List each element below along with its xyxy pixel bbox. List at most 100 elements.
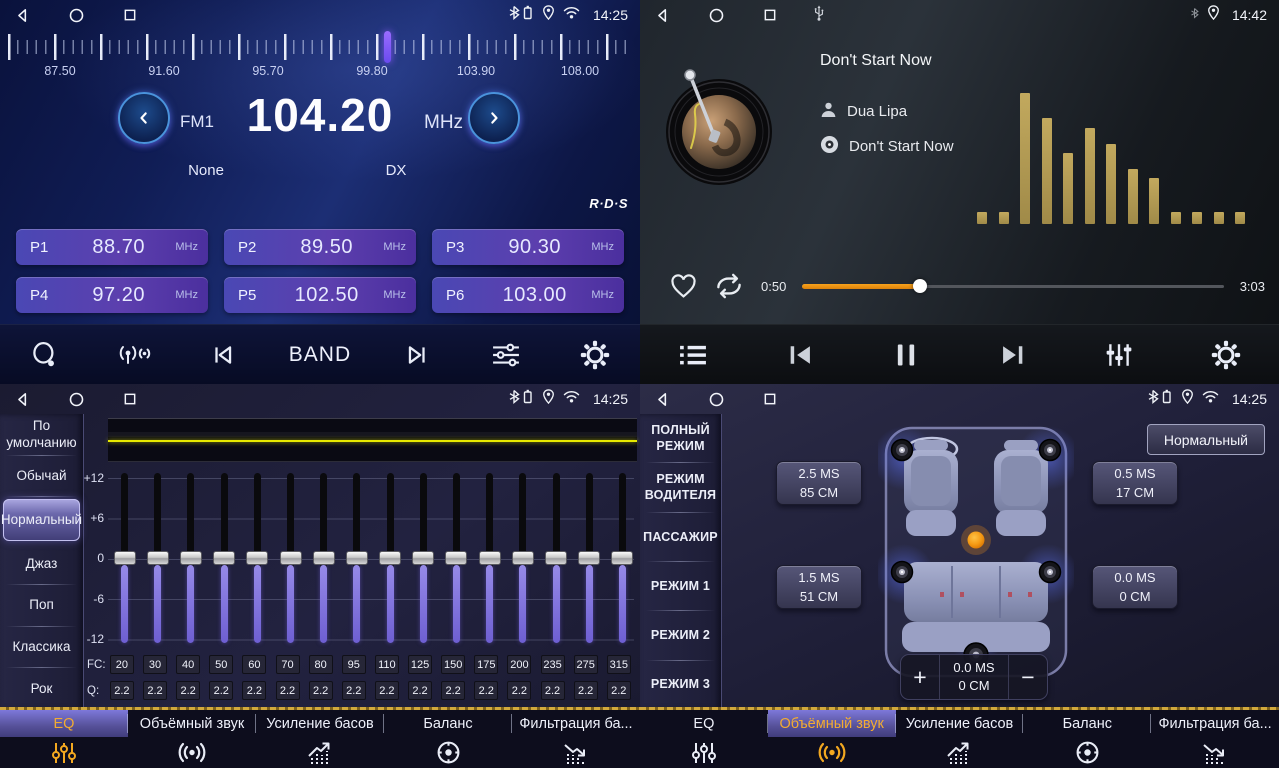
- q-value[interactable]: 2.2: [209, 681, 233, 700]
- tune-up-button[interactable]: [468, 92, 520, 144]
- q-value[interactable]: 2.2: [276, 681, 300, 700]
- fc-value[interactable]: 110: [375, 655, 399, 674]
- eq-band-slider[interactable]: [573, 470, 606, 650]
- fc-value[interactable]: 175: [474, 655, 498, 674]
- dx-mode[interactable]: DX: [376, 162, 416, 179]
- home-icon[interactable]: [66, 389, 86, 409]
- recents-icon[interactable]: [760, 5, 780, 25]
- tab-balance[interactable]: Баланс: [384, 710, 512, 768]
- tab-surround[interactable]: Объёмный звук: [128, 710, 256, 768]
- q-value[interactable]: 2.2: [507, 681, 531, 700]
- progress-thumb[interactable]: [913, 279, 927, 293]
- q-value[interactable]: 2.2: [441, 681, 465, 700]
- home-icon[interactable]: [706, 389, 726, 409]
- pause-button[interactable]: [883, 332, 929, 378]
- back-icon[interactable]: [12, 5, 32, 25]
- next-station-button[interactable]: [394, 332, 440, 378]
- slider-handle[interactable]: [479, 551, 501, 565]
- eq-preset-normal[interactable]: Нормальный: [3, 499, 80, 541]
- eq-band-slider[interactable]: [606, 470, 639, 650]
- mode-2[interactable]: РЕЖИМ 2: [640, 611, 721, 660]
- fc-value[interactable]: 315: [607, 655, 631, 674]
- preset-p4[interactable]: P4 97.20 MHz: [16, 277, 208, 313]
- q-value[interactable]: 2.2: [375, 681, 399, 700]
- eq-band-slider[interactable]: [473, 470, 506, 650]
- next-track-button[interactable]: [990, 332, 1036, 378]
- eq-band-slider[interactable]: [340, 470, 373, 650]
- slider-handle[interactable]: [512, 551, 534, 565]
- recents-icon[interactable]: [760, 389, 780, 409]
- preset-p1[interactable]: P1 88.70 MHz: [16, 229, 208, 265]
- eq-preset-custom[interactable]: Обычай: [0, 456, 83, 498]
- slider-handle[interactable]: [213, 551, 235, 565]
- eq-band-slider[interactable]: [307, 470, 340, 650]
- equalizer-shortcut-button[interactable]: [483, 332, 529, 378]
- fc-value[interactable]: 30: [143, 655, 167, 674]
- mode-1[interactable]: РЕЖИМ 1: [640, 562, 721, 611]
- fc-value[interactable]: 20: [110, 655, 134, 674]
- frequency-dial[interactable]: 87.5091.60 95.7099.80 103.90108.00: [8, 33, 632, 81]
- eq-preset-classic[interactable]: Классика: [0, 627, 83, 669]
- back-icon[interactable]: [12, 389, 32, 409]
- fc-value[interactable]: 275: [574, 655, 598, 674]
- tab-crossover[interactable]: Фильтрация ба...: [1151, 710, 1279, 768]
- fc-value[interactable]: 50: [209, 655, 233, 674]
- back-icon[interactable]: [652, 389, 672, 409]
- slider-handle[interactable]: [412, 551, 434, 565]
- favorite-button[interactable]: [670, 274, 697, 298]
- eq-band-slider[interactable]: [241, 470, 274, 650]
- band-button[interactable]: BAND: [289, 332, 351, 378]
- fc-value[interactable]: 235: [541, 655, 565, 674]
- fc-value[interactable]: 150: [441, 655, 465, 674]
- eq-band-slider[interactable]: [108, 470, 141, 650]
- fc-value[interactable]: 70: [276, 655, 300, 674]
- fc-value[interactable]: 40: [176, 655, 200, 674]
- previous-track-button[interactable]: [777, 332, 823, 378]
- eq-preset-default[interactable]: По умолчанию: [0, 414, 83, 456]
- eq-preset-jazz[interactable]: Джаз: [0, 543, 83, 585]
- mode-driver[interactable]: РЕЖИМ ВОДИТЕЛЯ: [640, 463, 721, 512]
- q-value[interactable]: 2.2: [110, 681, 134, 700]
- q-value[interactable]: 2.2: [242, 681, 266, 700]
- tab-balance[interactable]: Баланс: [1023, 710, 1151, 768]
- mode-passenger[interactable]: ПАССАЖИР: [640, 513, 721, 562]
- fc-value[interactable]: 125: [408, 655, 432, 674]
- delay-decrease-button[interactable]: −: [1009, 655, 1047, 699]
- q-value[interactable]: 2.2: [342, 681, 366, 700]
- settings-button[interactable]: [572, 332, 618, 378]
- fc-value[interactable]: 200: [507, 655, 531, 674]
- slider-handle[interactable]: [180, 551, 202, 565]
- recents-icon[interactable]: [120, 389, 140, 409]
- mode-3[interactable]: РЕЖИМ 3: [640, 661, 721, 710]
- rear-right-delay-button[interactable]: 0.0 MS 0 CM: [1092, 565, 1178, 609]
- eq-band-slider[interactable]: [374, 470, 407, 650]
- previous-station-button[interactable]: [200, 332, 246, 378]
- slider-handle[interactable]: [313, 551, 335, 565]
- q-value[interactable]: 2.2: [309, 681, 333, 700]
- recents-icon[interactable]: [120, 5, 140, 25]
- q-value[interactable]: 2.2: [474, 681, 498, 700]
- preset-p5[interactable]: P5 102.50 MHz: [224, 277, 416, 313]
- eq-band-slider[interactable]: [539, 470, 572, 650]
- repeat-button[interactable]: [713, 273, 745, 299]
- fc-value[interactable]: 80: [309, 655, 333, 674]
- playlist-button[interactable]: [670, 332, 716, 378]
- tab-crossover[interactable]: Фильтрация ба...: [512, 710, 640, 768]
- mode-full[interactable]: ПОЛНЫЙ РЕЖИМ: [640, 414, 721, 463]
- slider-handle[interactable]: [346, 551, 368, 565]
- fc-value[interactable]: 95: [342, 655, 366, 674]
- home-icon[interactable]: [706, 5, 726, 25]
- back-icon[interactable]: [652, 5, 672, 25]
- tab-bass-boost[interactable]: Усиление басов: [256, 710, 384, 768]
- dial-tuning-indicator[interactable]: [384, 31, 391, 63]
- eq-preset-pop[interactable]: Поп: [0, 585, 83, 627]
- slider-handle[interactable]: [246, 551, 268, 565]
- preset-p6[interactable]: P6 103.00 MHz: [432, 277, 624, 313]
- preset-p2[interactable]: P2 89.50 MHz: [224, 229, 416, 265]
- front-right-delay-button[interactable]: 0.5 MS 17 CM: [1092, 461, 1178, 505]
- tab-surround[interactable]: Объёмный звук: [768, 710, 896, 768]
- slider-handle[interactable]: [445, 551, 467, 565]
- home-icon[interactable]: [66, 5, 86, 25]
- equalizer-shortcut-button[interactable]: [1096, 332, 1142, 378]
- eq-preset-rock[interactable]: Рок: [0, 668, 83, 710]
